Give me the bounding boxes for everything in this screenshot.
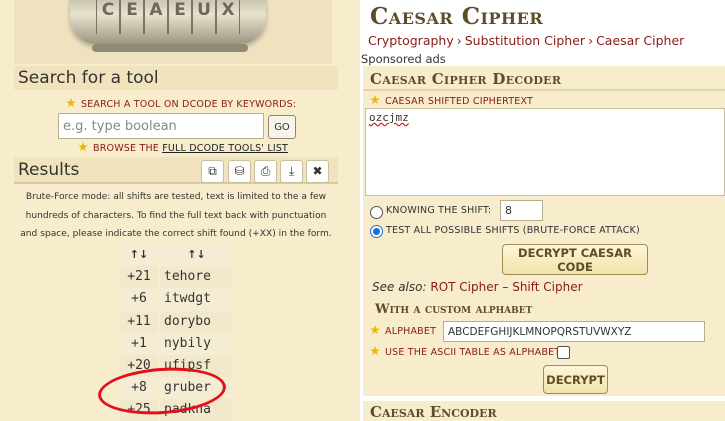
shift-cell: +11: [120, 310, 158, 333]
search-heading: Search for a tool: [14, 66, 338, 90]
knowing-shift-radio[interactable]: [370, 206, 383, 219]
table-row: +21 tehore: [120, 266, 233, 289]
alphabet-input[interactable]: [443, 321, 705, 342]
sort-text-header[interactable]: ↑↓: [160, 244, 233, 267]
shift-cell: +6: [120, 288, 158, 311]
table-header-row: ↑↓ ↑↓: [120, 244, 233, 267]
ciphertext-label: CAESAR SHIFTED CIPHERTEXT: [370, 95, 533, 107]
table-row: +11 dorybo: [120, 310, 233, 333]
brute-force-radio[interactable]: [370, 225, 383, 238]
shift-cell: +21: [120, 266, 158, 289]
full-tools-list-link[interactable]: FULL DCODE TOOLS' LIST: [162, 143, 288, 154]
results-title: Results: [18, 160, 80, 180]
search-input[interactable]: [58, 113, 264, 139]
plaintext-cell: itwdgt: [160, 288, 233, 311]
shift-cipher-link[interactable]: Shift Cipher: [512, 280, 582, 294]
hero-image: C E A E U X: [0, 0, 350, 64]
ascii-table-label: USE THE ASCII TABLE AS ALPHABET: [370, 346, 560, 358]
star-icon: [78, 142, 88, 152]
breadcrumb-separator: ›: [456, 33, 462, 48]
brute-force-label: TEST ALL POSSIBLE SHIFTS (BRUTE-FORCE AT…: [386, 225, 640, 236]
ascii-table-checkbox[interactable]: [557, 346, 570, 359]
save-icon[interactable]: ⛁: [228, 160, 251, 183]
breadcrumb-cryptography[interactable]: Cryptography: [368, 33, 454, 48]
table-row: +1 nybily: [120, 332, 233, 355]
cylinder-ring: U: [192, 0, 216, 34]
go-button[interactable]: GO: [268, 115, 296, 139]
table-row: +6 itwdgt: [120, 288, 233, 311]
plaintext-cell: dorybo: [160, 310, 233, 333]
cipher-cylinder-image: C E A E U X: [70, 0, 266, 44]
decoder-title: Caesar Cipher Decoder: [370, 70, 562, 88]
ciphertext-textarea[interactable]: ozcjmz: [365, 108, 725, 196]
page-title: Caesar Cipher: [370, 3, 544, 30]
alphabet-label: ALPHABET: [370, 325, 436, 337]
star-icon: [370, 346, 380, 356]
star-icon: [370, 325, 380, 335]
plaintext-cell: nybily: [160, 332, 233, 355]
shift-cell: +1: [120, 332, 158, 355]
custom-alphabet-title: With a custom alphabet: [375, 302, 533, 317]
star-icon: [66, 98, 76, 108]
see-also: See also: ROT Cipher – Shift Cipher: [372, 280, 583, 294]
plaintext-cell: tehore: [160, 266, 233, 289]
sponsored-ads-label: Sponsored ads: [361, 52, 446, 66]
cylinder-ring: C: [96, 0, 120, 34]
cylinder-ring: X: [216, 0, 240, 34]
shift-input[interactable]: [500, 200, 543, 221]
browse-label: BROWSE THE FULL DCODE TOOLS' LIST: [78, 142, 288, 154]
breadcrumb-substitution-cipher[interactable]: Substitution Cipher: [465, 33, 585, 48]
search-label: SEARCH A TOOL ON DCODE BY KEYWORDS:: [66, 98, 296, 110]
sort-shift-header[interactable]: ↑↓: [120, 244, 158, 267]
decrypt-caesar-code-button[interactable]: DECRYPT CAESAR CODE: [502, 244, 648, 275]
close-icon[interactable]: ✖: [306, 160, 329, 183]
cylinder-ring: E: [168, 0, 192, 34]
decrypt-button[interactable]: DECRYPT: [543, 365, 608, 394]
print-icon[interactable]: ⎙: [254, 160, 277, 183]
breadcrumb-separator: ›: [588, 33, 594, 48]
copy-icon[interactable]: ⧉: [201, 160, 224, 183]
encoder-title: Caesar Encoder: [370, 403, 497, 421]
brute-force-note: Brute-Force mode: all shifts are tested,…: [14, 188, 338, 242]
knowing-shift-label: KNOWING THE SHIFT:: [386, 205, 492, 216]
breadcrumb-caesar-cipher[interactable]: Caesar Cipher: [596, 33, 684, 48]
rot-cipher-link[interactable]: ROT Cipher: [430, 280, 498, 294]
breadcrumb: Cryptography › Substitution Cipher › Caesar …: [368, 33, 684, 48]
download-icon[interactable]: ⤓: [280, 160, 303, 183]
cylinder-ring: A: [144, 0, 168, 34]
cylinder-ring: E: [120, 0, 144, 34]
star-icon: [370, 95, 380, 105]
